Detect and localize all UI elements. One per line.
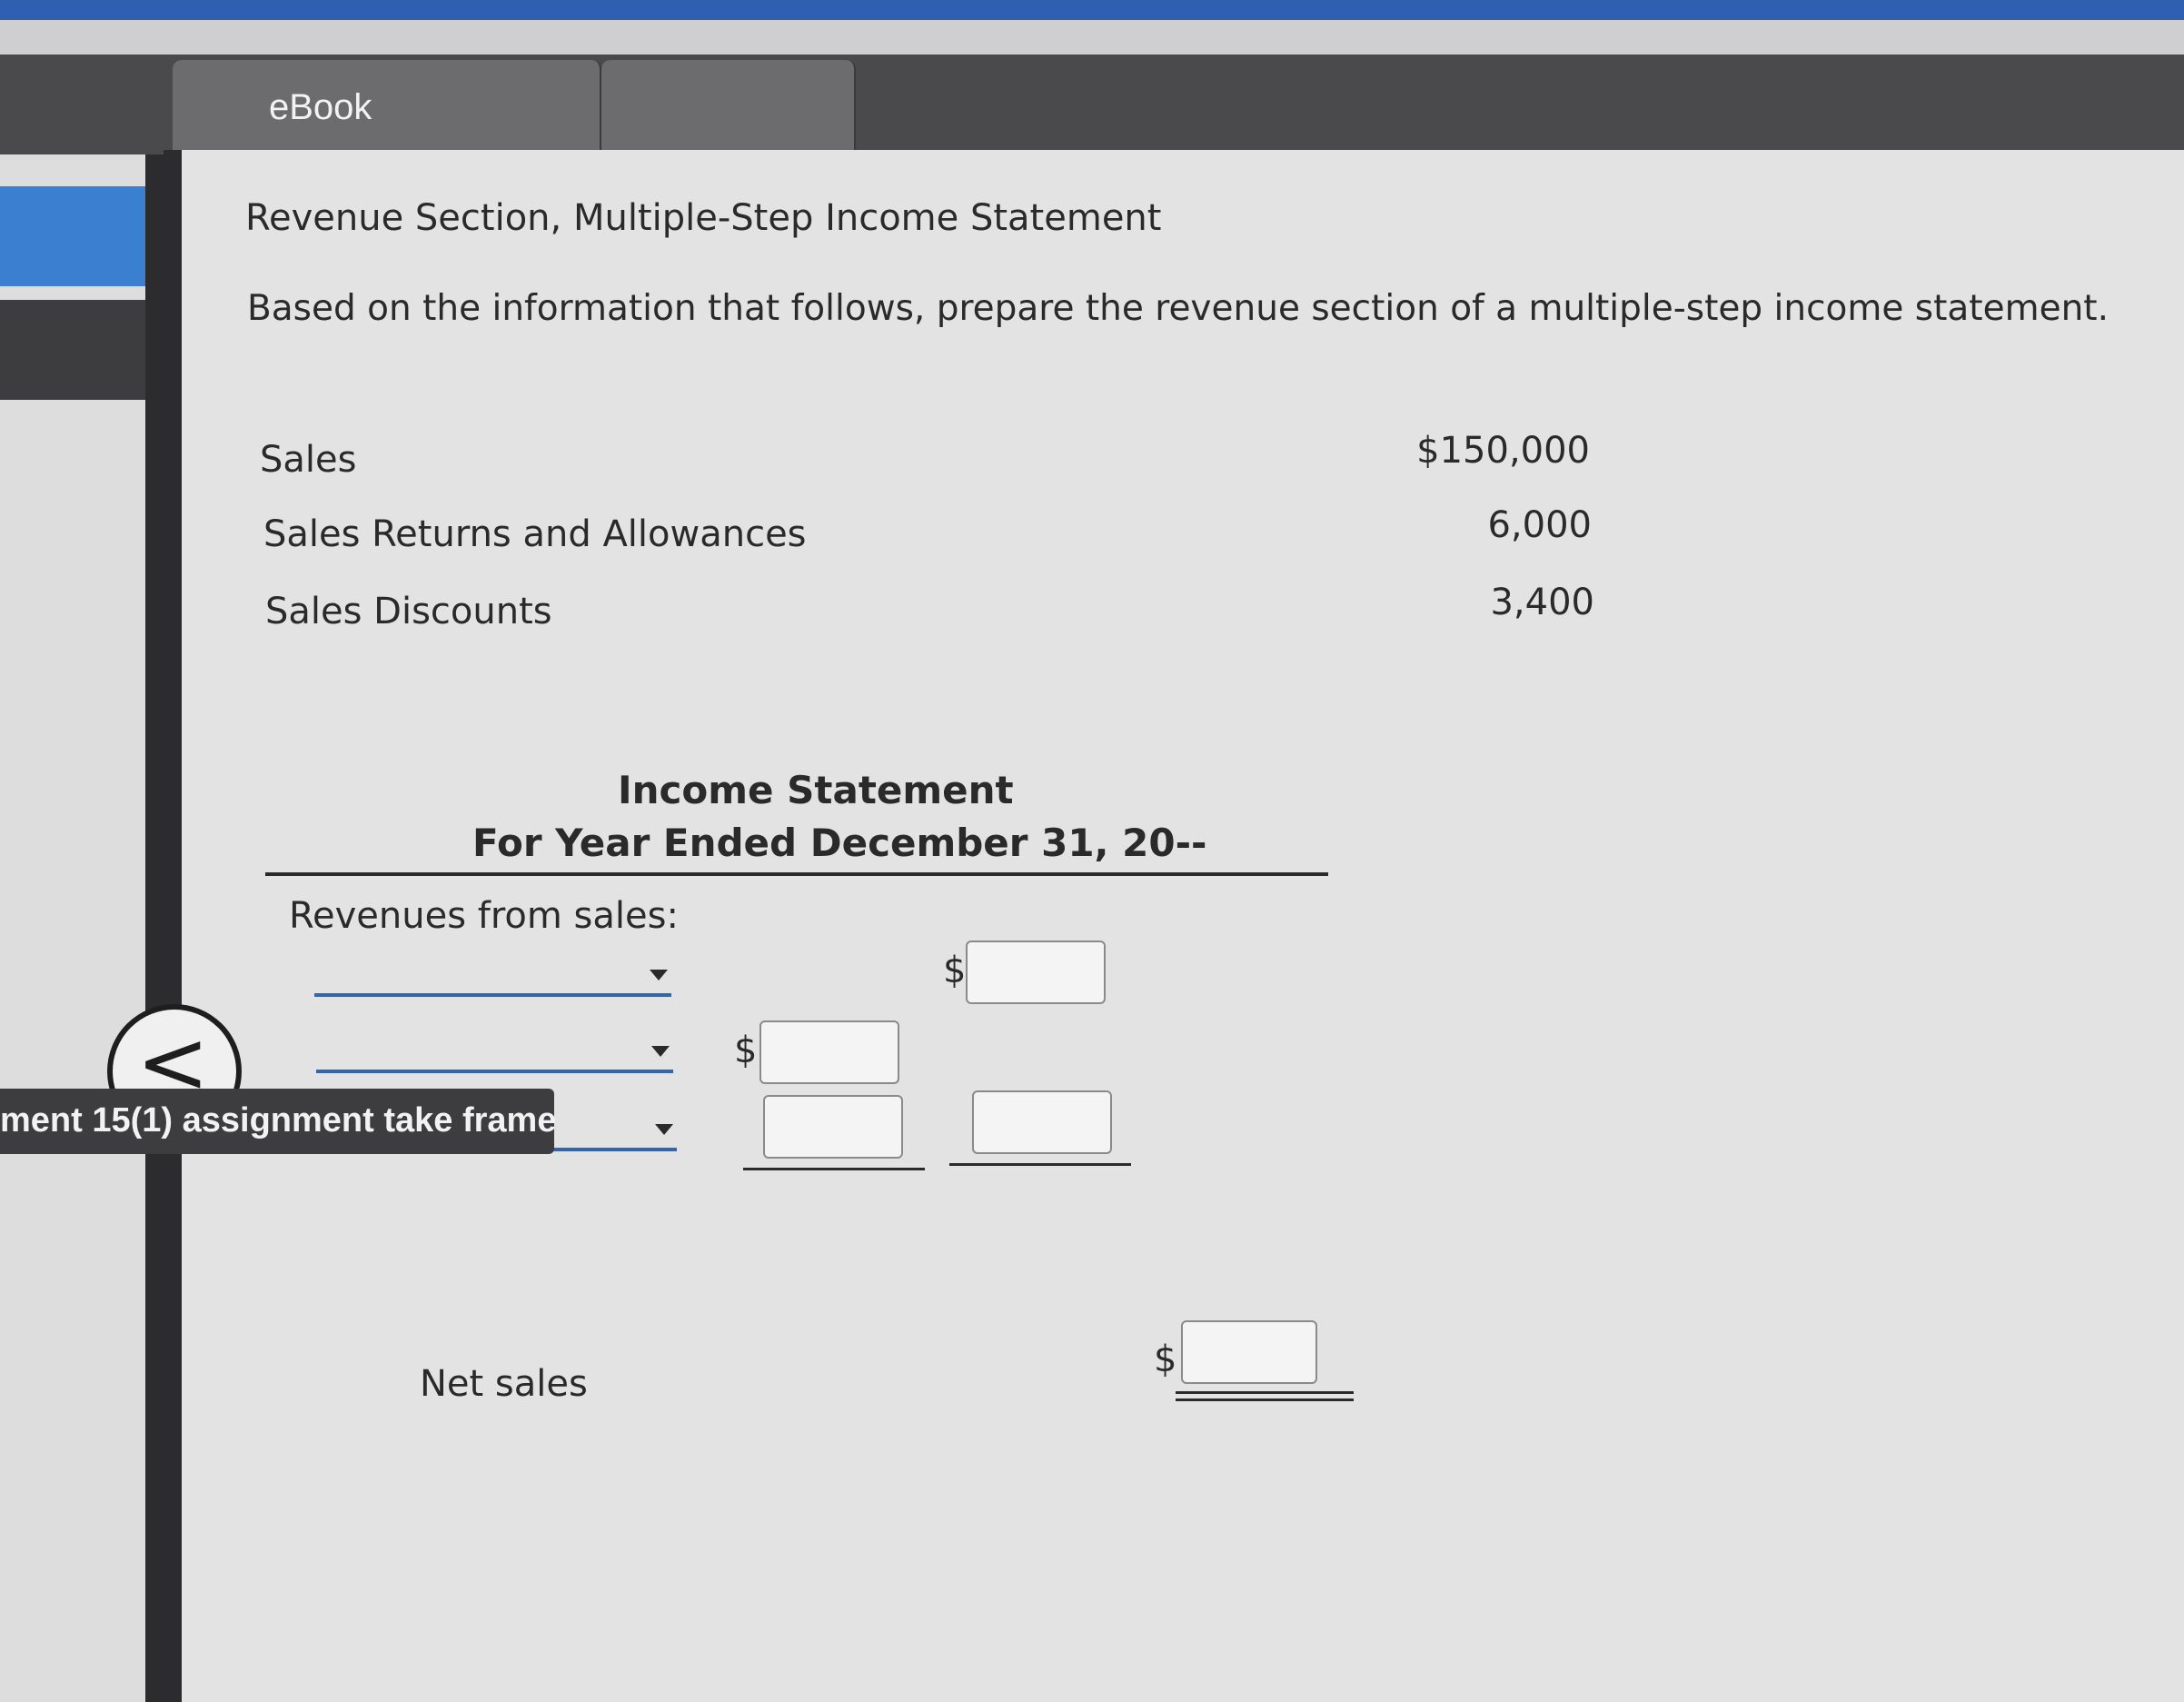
tab-ebook-label: eBook bbox=[269, 87, 372, 127]
account-select-1[interactable] bbox=[314, 957, 671, 997]
amount-input-sales[interactable] bbox=[966, 941, 1106, 1004]
statement-title: Income Statement bbox=[618, 768, 1014, 812]
problem-instructions: Based on the information that follows, p… bbox=[247, 288, 2109, 329]
given-value-sales: $150,000 bbox=[1416, 430, 1590, 472]
sidebar-item[interactable] bbox=[0, 300, 145, 400]
net-sales-label: Net sales bbox=[420, 1363, 588, 1405]
sidebar-item-active[interactable] bbox=[0, 186, 145, 286]
tab-ebook[interactable]: eBook bbox=[173, 60, 601, 154]
problem-title: Revenue Section, Multiple-Step Income St… bbox=[245, 197, 1162, 239]
double-rule-top bbox=[1176, 1391, 1354, 1394]
chevron-down-icon bbox=[650, 970, 668, 980]
amount-input-net-sales[interactable] bbox=[1181, 1320, 1317, 1384]
frame-tooltip-text: ment 15(1) assignment take frame bbox=[0, 1101, 557, 1140]
given-value-returns: 6,000 bbox=[1487, 504, 1592, 546]
given-label-returns: Sales Returns and Allowances bbox=[263, 513, 807, 555]
deductions-rule bbox=[949, 1163, 1131, 1166]
given-value-discounts: 3,400 bbox=[1490, 582, 1594, 623]
frame-tooltip: ment 15(1) assignment take frame bbox=[0, 1089, 557, 1154]
dollar-sign: $ bbox=[1154, 1339, 1177, 1380]
chevron-down-icon bbox=[655, 1124, 673, 1135]
statement-header-rule bbox=[265, 872, 1328, 876]
dollar-sign: $ bbox=[943, 950, 967, 991]
browser-top-strip bbox=[0, 0, 2184, 20]
chevron-down-icon bbox=[651, 1046, 670, 1057]
tab-blank[interactable] bbox=[601, 60, 856, 154]
revenues-from-sales-label: Revenues from sales: bbox=[289, 895, 679, 937]
amount-input-discounts[interactable] bbox=[763, 1095, 903, 1159]
given-label-discounts: Sales Discounts bbox=[265, 591, 552, 632]
subtotal-rule bbox=[743, 1168, 925, 1170]
amount-input-returns[interactable] bbox=[759, 1020, 899, 1084]
amount-input-total-deductions[interactable] bbox=[972, 1090, 1112, 1154]
double-rule-bottom bbox=[1176, 1398, 1354, 1401]
ebook-content-panel: Revenue Section, Multiple-Step Income St… bbox=[164, 150, 2184, 1702]
browser-toolbar bbox=[0, 20, 2184, 55]
dollar-sign: $ bbox=[734, 1030, 758, 1071]
statement-period: For Year Ended December 31, 20-- bbox=[472, 821, 1207, 865]
given-label-sales: Sales bbox=[260, 439, 357, 481]
account-select-2[interactable] bbox=[316, 1033, 673, 1073]
